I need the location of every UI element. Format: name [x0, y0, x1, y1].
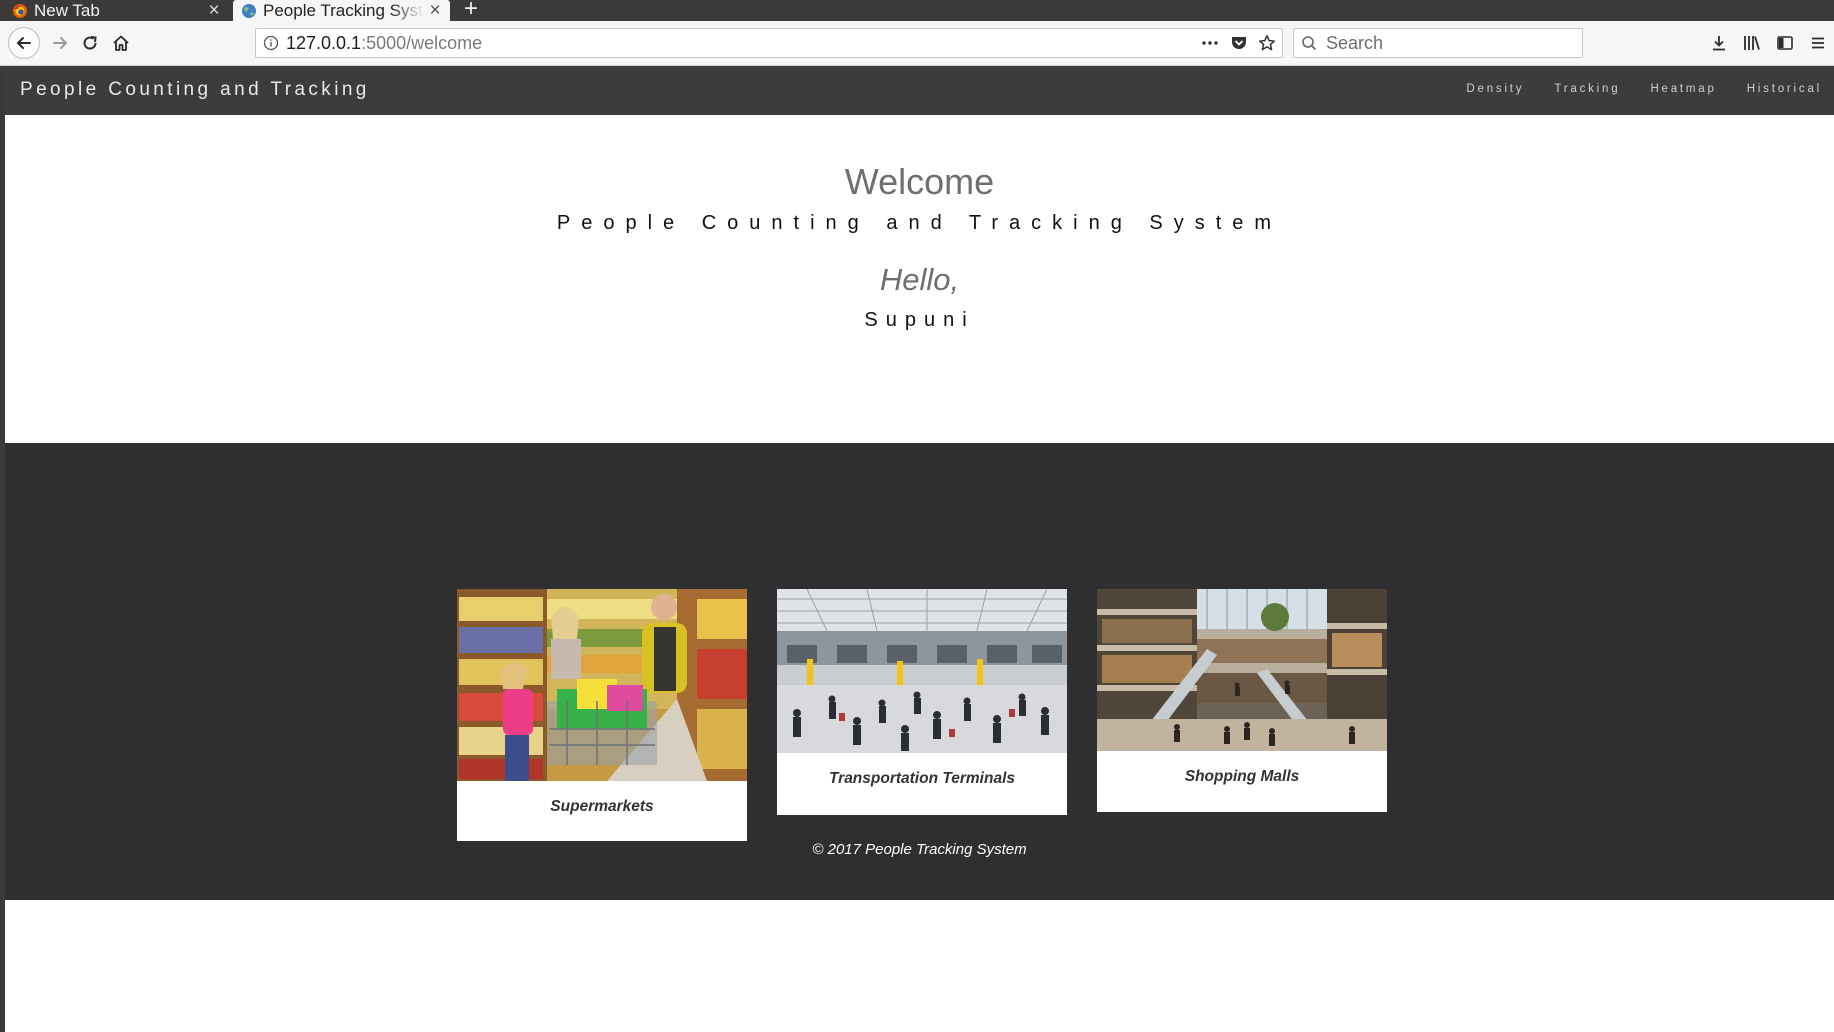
new-tab-button[interactable]: +: [458, 0, 484, 21]
search-input[interactable]: [1324, 31, 1568, 55]
downloads-button[interactable]: [1702, 29, 1735, 57]
home-button[interactable]: [107, 29, 135, 57]
reload-button[interactable]: [76, 29, 104, 57]
url-host: 127.0.0.1: [286, 32, 362, 53]
globe-icon: [242, 3, 256, 18]
sidebar-icon: [1776, 36, 1793, 50]
pocket-icon[interactable]: [1230, 34, 1248, 52]
library-button[interactable]: [1735, 29, 1768, 57]
site-menu: Density Tracking Heatmap Historical: [1466, 83, 1822, 95]
tab-new-tab[interactable]: New Tab ×: [0, 0, 229, 21]
greeting-text: Hello,: [879, 262, 960, 297]
hamburger-menu-icon: [1811, 37, 1824, 49]
search-icon: [1302, 36, 1317, 51]
search-bar[interactable]: [1293, 28, 1583, 58]
welcome-heading: Welcome: [844, 161, 995, 202]
arrow-right-icon: [53, 37, 68, 49]
url-path: :5000/welcome: [361, 32, 483, 53]
site-info-icon[interactable]: [256, 35, 286, 51]
sidebar-button[interactable]: [1768, 29, 1801, 57]
address-bar[interactable]: 127.0.0.1:5000/welcome: [255, 28, 1283, 58]
card-supermarkets[interactable]: Supermarkets: [457, 589, 747, 841]
browser-toolbar: 127.0.0.1:5000/welcome: [0, 21, 1834, 66]
library-icon: [1743, 36, 1760, 50]
card-shopping-malls[interactable]: Shopping Malls: [1097, 589, 1387, 812]
nav-heatmap[interactable]: Heatmap: [1650, 83, 1716, 95]
download-icon: [1712, 36, 1725, 51]
back-button[interactable]: [8, 27, 40, 59]
web-page: People Counting and Tracking Density Tra…: [5, 66, 1834, 1032]
nav-historical[interactable]: Historical: [1747, 83, 1822, 95]
card-caption: Shopping Malls: [1184, 768, 1300, 785]
card-caption: Supermarkets: [550, 798, 654, 815]
site-brand[interactable]: People Counting and Tracking: [20, 79, 370, 101]
user-name: Supuni: [864, 309, 975, 331]
use-cases-section: Supermarkets Transportation Terminals Sh…: [5, 443, 1834, 900]
tab-title: People Tracking System: [263, 0, 424, 20]
card-caption: Transportation Terminals: [828, 770, 1016, 787]
close-tab-icon[interactable]: ×: [203, 0, 225, 21]
bookmark-star-icon[interactable]: [1258, 34, 1276, 52]
toolbar-right: [1702, 29, 1834, 57]
mall-photo: [1097, 589, 1387, 751]
reload-icon: [83, 36, 97, 50]
more-horizontal-icon[interactable]: [1200, 35, 1220, 51]
menu-button[interactable]: [1801, 29, 1834, 57]
url-actions: [1200, 29, 1276, 57]
tab-title: New Tab: [34, 0, 100, 20]
footer-copyright: © 2017 People Tracking System: [812, 841, 1027, 858]
arrow-left-icon: [16, 37, 31, 49]
forward-button[interactable]: [46, 29, 74, 57]
card-transportation-terminals[interactable]: Transportation Terminals: [777, 589, 1067, 815]
browser-tab-strip: New Tab × People Tracking System × +: [0, 0, 1834, 21]
supermarket-photo: [457, 589, 747, 781]
terminal-photo: [777, 589, 1067, 753]
close-tab-icon[interactable]: ×: [424, 0, 446, 21]
home-icon: [113, 35, 129, 51]
system-subtitle: People Counting and Tracking System: [556, 212, 1283, 234]
tab-people-tracking[interactable]: People Tracking System ×: [233, 0, 450, 21]
firefox-icon: [13, 3, 27, 18]
nav-density[interactable]: Density: [1466, 83, 1524, 95]
nav-tracking[interactable]: Tracking: [1554, 83, 1620, 95]
site-navbar: People Counting and Tracking Density Tra…: [5, 66, 1834, 115]
